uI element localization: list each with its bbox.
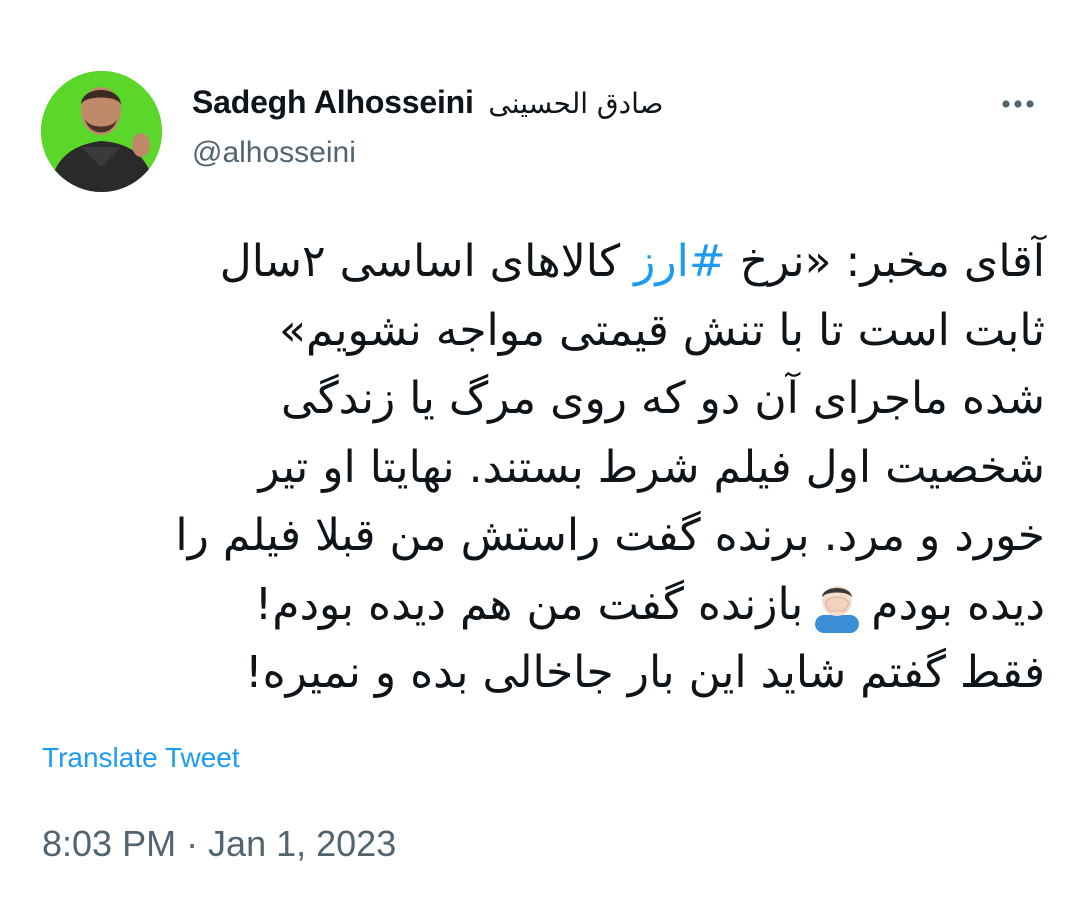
- tweet-line: شده ماجرای آن دو که روی مرگ یا زندگی: [281, 373, 1045, 424]
- tweet-text: آقای مخبر: «نرخ #ارز کالاهای اساسی ۲سال …: [40, 228, 1045, 708]
- more-icon: [1002, 100, 1034, 108]
- facepalm-emoji-icon: [811, 581, 863, 633]
- tweet-line: خورد و مرد. برنده گفت راستش من قبلا فیلم…: [175, 510, 1045, 561]
- translate-tweet-link[interactable]: Translate Tweet: [42, 742, 240, 774]
- avatar[interactable]: [41, 71, 162, 192]
- more-button[interactable]: [998, 90, 1038, 118]
- author-handle[interactable]: @alhosseini: [192, 136, 356, 170]
- tweet-line: دیده بودم بازنده گفت من هم دیده بودم!: [40, 571, 1045, 640]
- tweet-text-segment: آقای مخبر: «نرخ: [725, 236, 1045, 287]
- tweet-line: آقای مخبر: «نرخ #ارز کالاهای اساسی ۲سال: [40, 228, 1045, 297]
- tweet-text-segment: بازنده گفت من هم دیده بودم!: [254, 578, 804, 630]
- tweet-text-segment: دیده بودم: [871, 578, 1045, 630]
- tweet-text-segment: کالاهای اساسی ۲سال: [219, 236, 635, 287]
- author-display-name[interactable]: Sadegh Alhosseini: [192, 84, 474, 120]
- profile-photo: [41, 71, 162, 192]
- tweet-line: فقط گفتم شاید این بار جاخالی بده و نمیره…: [244, 647, 1045, 698]
- hashtag-link[interactable]: #ارز: [634, 236, 726, 287]
- tweet-line: ثابت است تا با تنش قیمتی مواجه نشویم»: [279, 304, 1045, 356]
- tweet-line: شخصیت اول فیلم شرط بستند. نهایتا او تیر: [258, 441, 1045, 493]
- author-name-line[interactable]: Sadegh Alhosseini صادق الحسینی: [192, 84, 664, 121]
- author-display-name-arabic[interactable]: صادق الحسینی: [488, 87, 663, 120]
- tweet-timestamp[interactable]: 8:03 PM · Jan 1, 2023: [42, 823, 396, 865]
